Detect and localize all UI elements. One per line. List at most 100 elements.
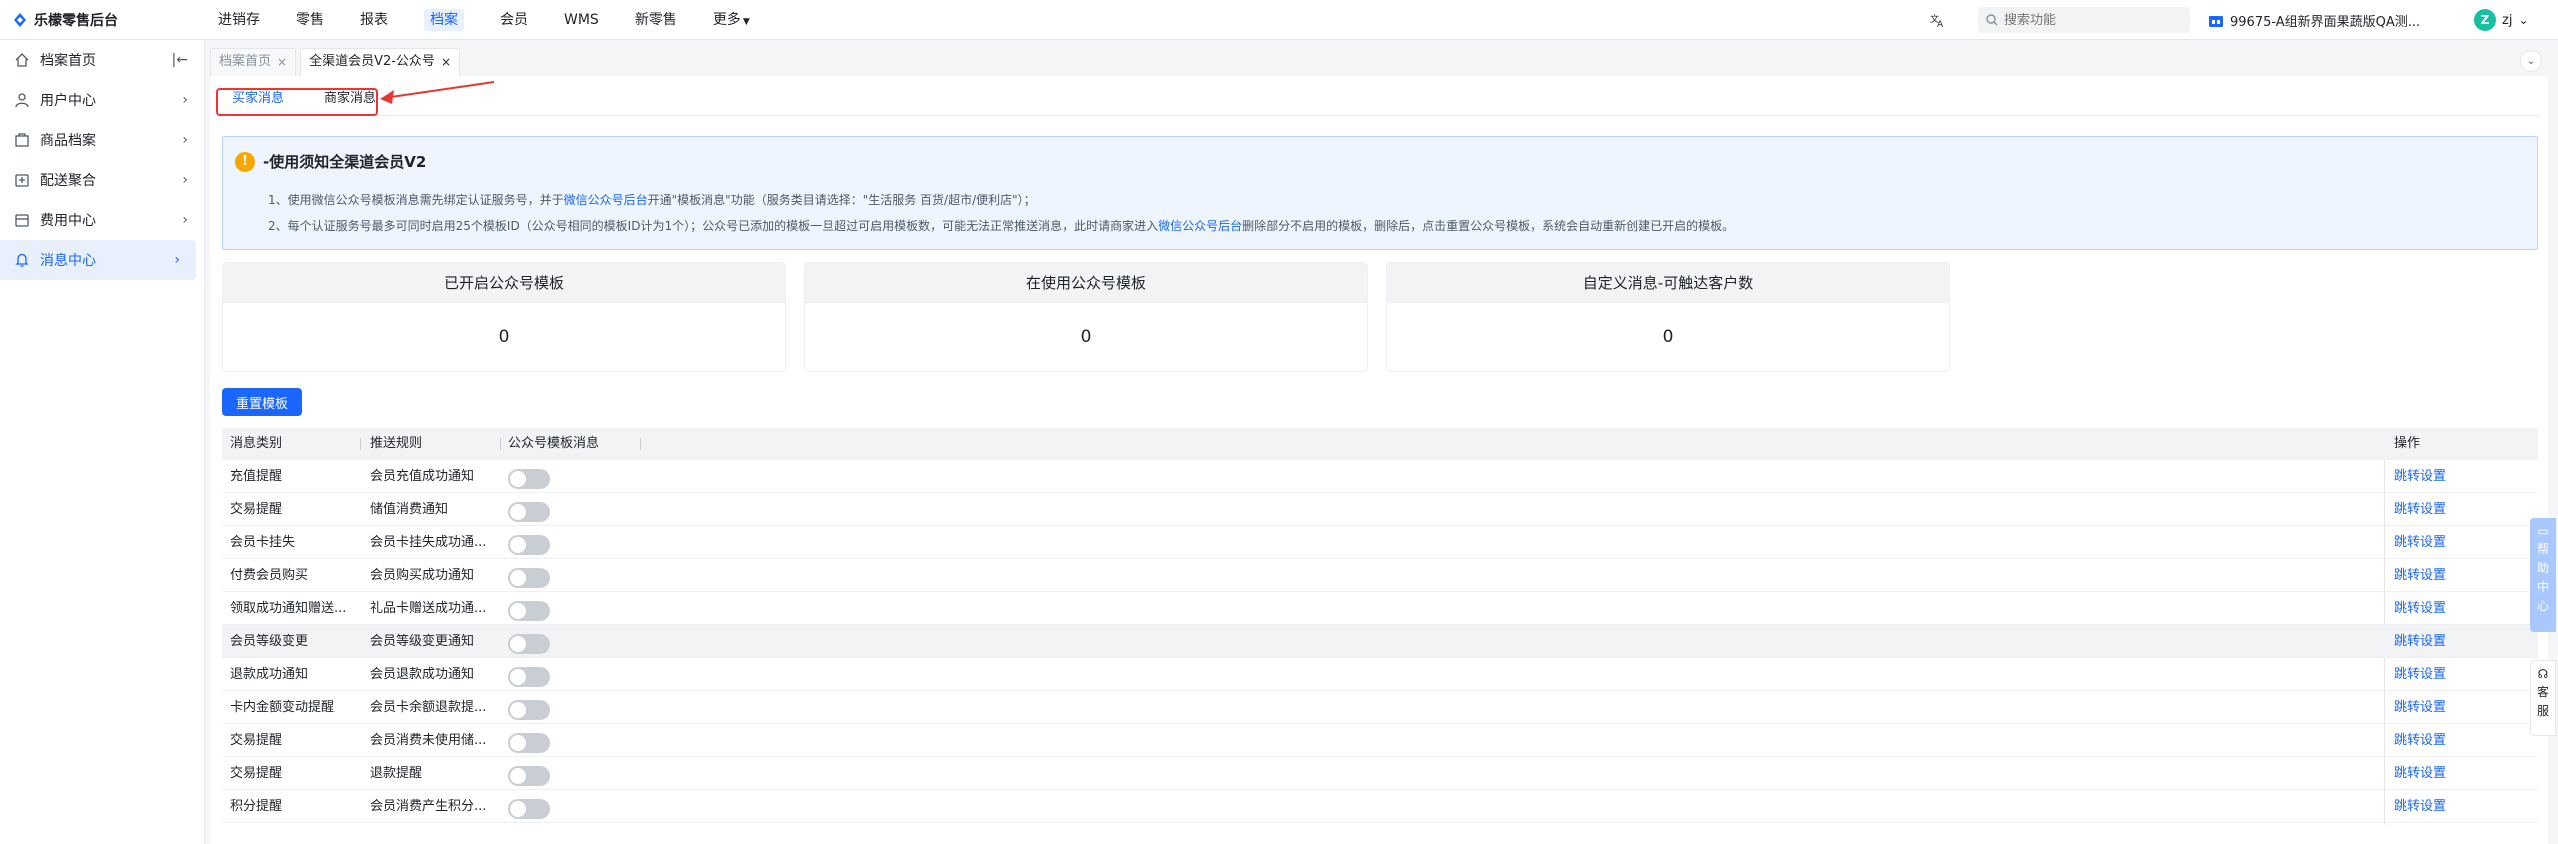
sidebar-item-user-center[interactable]: 用户中心 › — [0, 80, 204, 120]
jump-settings-link[interactable]: 跳转设置 — [2386, 658, 2526, 691]
close-icon[interactable]: × — [441, 49, 451, 76]
column-header: 公众号模板消息 — [508, 436, 600, 451]
customer-service-button[interactable]: ☊ 客 服 — [2530, 660, 2556, 736]
stat-label: 在使用公众号模板 — [805, 263, 1367, 303]
sidebar-item-delivery[interactable]: 配送聚合 › — [0, 160, 204, 200]
nav-item-member[interactable]: 会员 — [482, 0, 546, 40]
user-menu[interactable]: Z zj ⌄ — [2474, 9, 2529, 31]
translate-icon[interactable]: 文A — [1930, 12, 1946, 28]
jump-settings-link[interactable]: 跳转设置 — [2386, 790, 2526, 823]
store-selector[interactable]: 99675-A组新界面果蔬版QA测... — [2208, 11, 2420, 30]
notice-text: 1、使用微信公众号模板消息需先绑定认证服务号，并于 — [268, 193, 564, 207]
jump-settings-link[interactable]: 跳转设置 — [2386, 559, 2526, 592]
cell-message-type: 交易提醒 — [230, 766, 283, 781]
tab-label: 档案首页 — [219, 54, 272, 69]
jump-settings-link[interactable]: 跳转设置 — [2386, 493, 2526, 526]
cell-push-rule: 会员消费未使用储... — [370, 733, 487, 748]
nav-label: 零售 — [296, 12, 324, 28]
sidebar-item-goods[interactable]: 商品档案 › — [0, 120, 204, 160]
help-center-button[interactable]: ▭ 帮 助 中 心 — [2530, 518, 2556, 632]
sidebar-item-label: 档案首页 — [40, 53, 96, 69]
cell-message-type: 付费会员购买 — [230, 568, 309, 583]
notice-text: 删除部分不启用的模板，删除后，点击重置公众号模板，系统会自动重新创建已开启的模板… — [1242, 219, 1735, 233]
tab-buyer-messages[interactable]: 买家消息 — [232, 88, 285, 116]
sidebar-item-message-center[interactable]: 消息中心 › — [0, 240, 196, 280]
table-header: 消息类别 推送规则 公众号模板消息 操作 — [222, 428, 2538, 460]
template-toggle[interactable] — [508, 700, 550, 720]
close-icon[interactable]: × — [277, 49, 287, 76]
nav-item-archive[interactable]: 档案 — [406, 0, 482, 40]
sidebar-item-archive-home[interactable]: 档案首页 |← — [0, 40, 204, 80]
cell-message-type: 积分提醒 — [230, 799, 283, 814]
main-nav: 进销存 零售 报表 档案 会员 WMS 新零售 更多 ▼ — [200, 0, 768, 40]
cell-push-rule: 会员购买成功通知 — [370, 568, 475, 583]
delivery-icon — [15, 174, 29, 187]
app-logo[interactable]: 乐檬零售后台 — [12, 10, 118, 30]
tab-member-official-account[interactable]: 全渠道会员V2-公众号 × — [300, 48, 460, 76]
jump-settings-link[interactable]: 跳转设置 — [2386, 724, 2526, 757]
template-toggle[interactable] — [508, 469, 550, 489]
service-label: 服 — [2536, 704, 2549, 718]
sidebar-item-label: 消息中心 — [40, 253, 96, 269]
fee-icon — [15, 214, 29, 227]
collapse-sidebar-icon[interactable]: |← — [172, 52, 188, 68]
jump-settings-link[interactable]: 跳转设置 — [2386, 526, 2526, 559]
sidebar-item-fee-center[interactable]: 费用中心 › — [0, 200, 204, 240]
chevron-right-icon: › — [182, 92, 188, 108]
nav-item-new-retail[interactable]: 新零售 — [617, 0, 695, 40]
top-bar: 乐檬零售后台 进销存 零售 报表 档案 会员 WMS 新零售 更多▼ 文A 99… — [0, 0, 2558, 40]
template-toggle[interactable] — [508, 601, 550, 621]
jump-settings-link[interactable]: 跳转设置 — [2386, 625, 2526, 658]
stat-value: 0 — [1080, 327, 1092, 347]
jump-settings-link[interactable]: 跳转设置 — [2386, 460, 2526, 493]
stat-value: 0 — [498, 327, 510, 347]
notice-text: 2、每个认证服务号最多可同时启用25个模板ID（公众号相同的模板ID计为1个）；… — [268, 219, 1159, 233]
tab-archive-home[interactable]: 档案首页 × — [210, 48, 297, 76]
template-toggle[interactable] — [508, 766, 550, 786]
template-toggle[interactable] — [508, 733, 550, 753]
wechat-backend-link[interactable]: 微信公众号后台 — [1158, 219, 1242, 233]
bell-icon — [15, 253, 29, 267]
nav-item-more[interactable]: 更多 ▼ — [695, 0, 768, 40]
notice-title: -使用须知全渠道会员V2 — [263, 153, 427, 171]
cell-message-type: 卡内金额变动提醒 — [230, 700, 335, 715]
nav-item-retail[interactable]: 零售 — [278, 0, 342, 40]
template-toggle[interactable] — [508, 634, 550, 654]
notice-header: ! -使用须知全渠道会员V2 — [235, 151, 426, 172]
jump-settings-link[interactable]: 跳转设置 — [2386, 757, 2526, 790]
table-row: 交易提醒 会员消费未使用储... 跳转设置 — [222, 724, 2538, 757]
headset-icon: ☊ — [2537, 667, 2549, 681]
notice-line-2: 2、每个认证服务号最多可同时启用25个模板ID（公众号相同的模板ID计为1个）；… — [268, 217, 1734, 234]
table-row: 卡内金额变动提醒 会员卡余额退款提... 跳转设置 — [222, 691, 2538, 724]
cell-push-rule: 储值消费通知 — [370, 502, 449, 517]
main-content: 买家消息 商家消息 ! -使用须知全渠道会员V2 1、使用微信公众号模板消息需先… — [210, 76, 2548, 844]
tab-merchant-messages[interactable]: 商家消息 — [324, 88, 376, 116]
wechat-backend-link[interactable]: 微信公众号后台 — [564, 193, 648, 207]
tab-label: 全渠道会员V2-公众号 — [309, 54, 435, 69]
store-name: 99675-A组新界面果蔬版QA测... — [2230, 15, 2421, 30]
jump-settings-link[interactable]: 跳转设置 — [2386, 592, 2526, 625]
column-header: 操作 — [2394, 436, 2421, 451]
table-row: 会员卡挂失 会员卡挂失成功通... 跳转设置 — [222, 526, 2538, 559]
template-toggle[interactable] — [508, 667, 550, 687]
template-toggle[interactable] — [508, 502, 550, 522]
sidebar-item-label: 用户中心 — [40, 93, 96, 109]
search-input[interactable] — [2004, 12, 2174, 28]
template-toggle[interactable] — [508, 568, 550, 588]
nav-item-wms[interactable]: WMS — [546, 0, 617, 40]
cell-push-rule: 会员消费产生积分... — [370, 799, 487, 814]
function-search[interactable] — [1978, 7, 2190, 33]
jump-settings-link[interactable]: 跳转设置 — [2386, 691, 2526, 724]
nav-item-inventory[interactable]: 进销存 — [200, 0, 278, 40]
template-toggle[interactable] — [508, 535, 550, 555]
table-row: 交易提醒 储值消费通知 跳转设置 — [222, 493, 2538, 526]
nav-label: 报表 — [360, 12, 388, 28]
chevron-down-icon[interactable]: ⌄ — [2520, 50, 2542, 72]
sidebar-item-label: 费用中心 — [40, 213, 96, 229]
user-icon — [15, 93, 29, 108]
template-toggle[interactable] — [508, 799, 550, 819]
reset-template-button[interactable]: 重置模板 — [222, 388, 302, 416]
store-icon — [2209, 15, 2223, 27]
cell-push-rule: 会员充值成功通知 — [370, 469, 475, 484]
nav-item-reports[interactable]: 报表 — [342, 0, 406, 40]
